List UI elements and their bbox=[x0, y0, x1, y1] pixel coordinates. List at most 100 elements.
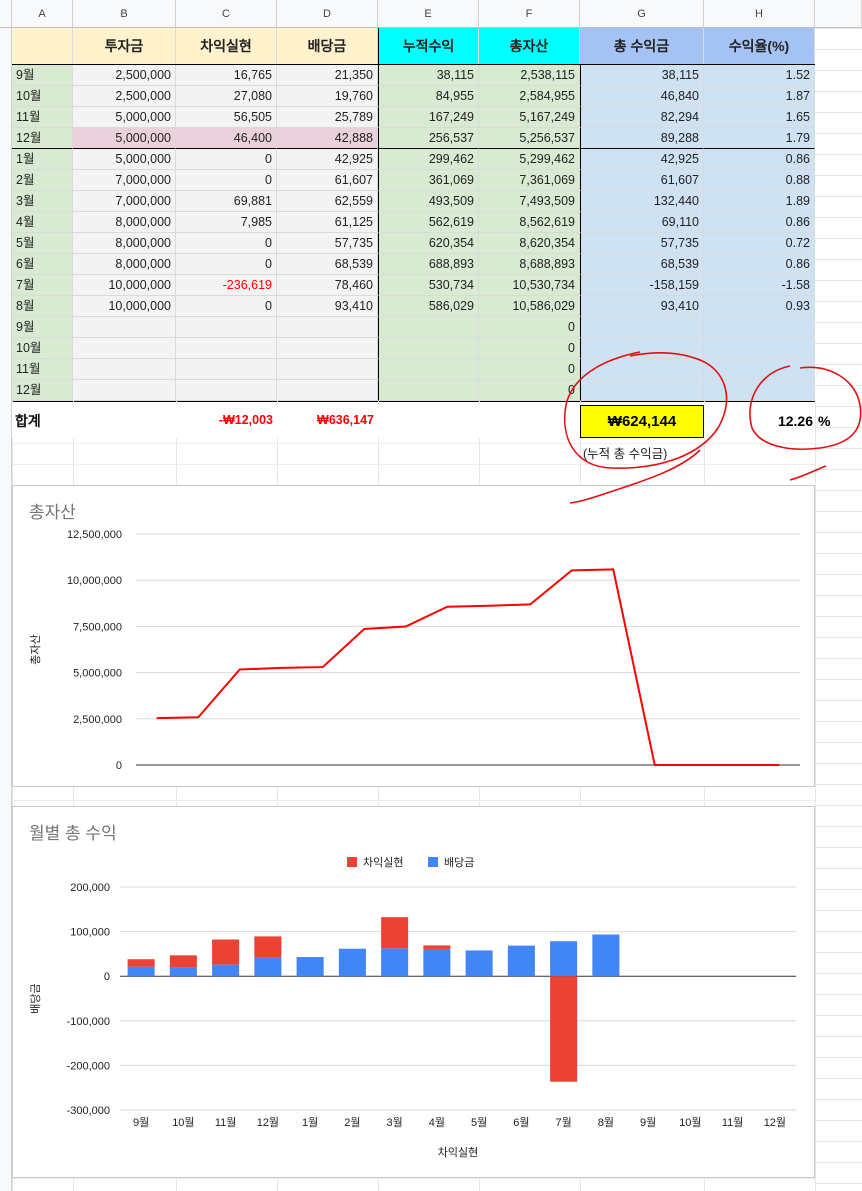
data-cell-d[interactable] bbox=[277, 380, 378, 401]
data-cell-g[interactable]: 57,735 bbox=[580, 233, 704, 254]
data-cell-c[interactable]: 0 bbox=[176, 296, 277, 317]
data-cell-b[interactable]: 8,000,000 bbox=[73, 254, 176, 275]
data-cell-c[interactable]: 0 bbox=[176, 233, 277, 254]
bar-dividend[interactable] bbox=[254, 957, 282, 977]
data-cell-d[interactable]: 21,350 bbox=[277, 65, 378, 86]
row-label-month[interactable]: 12월 bbox=[12, 380, 73, 401]
data-cell-e[interactable] bbox=[378, 359, 479, 380]
data-cell-d[interactable]: 61,607 bbox=[277, 170, 378, 191]
data-cell-f[interactable]: 0 bbox=[479, 359, 580, 380]
data-cell-f[interactable]: 2,584,955 bbox=[479, 86, 580, 107]
data-cell-f[interactable]: 8,562,619 bbox=[479, 212, 580, 233]
data-cell-h[interactable]: 1.89 bbox=[704, 191, 815, 212]
data-cell-e[interactable]: 562,619 bbox=[378, 212, 479, 233]
total-assets-chart[interactable]: 총자산 12,500,000 10,000,000 7,500,000 5,000,0… bbox=[12, 485, 815, 787]
data-cell-g[interactable]: 68,539 bbox=[580, 254, 704, 275]
data-cell-e[interactable]: 493,509 bbox=[378, 191, 479, 212]
data-cell-b[interactable]: 8,000,000 bbox=[73, 212, 176, 233]
data-cell-f[interactable]: 8,620,354 bbox=[479, 233, 580, 254]
data-cell-f[interactable]: 10,530,734 bbox=[479, 275, 580, 296]
data-cell-b[interactable] bbox=[73, 380, 176, 401]
data-cell-g[interactable]: -158,159 bbox=[580, 275, 704, 296]
data-cell-b[interactable]: 7,000,000 bbox=[73, 170, 176, 191]
data-cell-e[interactable]: 167,249 bbox=[378, 107, 479, 128]
header-cell-g[interactable]: 총 수익금 bbox=[580, 28, 704, 65]
data-cell-e[interactable]: 299,462 bbox=[378, 149, 479, 170]
data-cell-f[interactable]: 5,256,537 bbox=[479, 128, 580, 149]
data-cell-e[interactable] bbox=[378, 338, 479, 359]
row-label-month[interactable]: 4월 bbox=[12, 212, 73, 233]
data-cell-f[interactable]: 0 bbox=[479, 317, 580, 338]
data-cell-g[interactable] bbox=[580, 380, 704, 401]
bar-arbitrage[interactable] bbox=[212, 939, 240, 965]
bar-dividend[interactable] bbox=[507, 945, 535, 977]
data-cell-f[interactable]: 7,493,509 bbox=[479, 191, 580, 212]
totals-profit-box[interactable]: ₩624,144 bbox=[580, 405, 704, 438]
data-cell-g[interactable] bbox=[580, 359, 704, 380]
data-cell-d[interactable] bbox=[277, 338, 378, 359]
data-cell-g[interactable] bbox=[580, 317, 704, 338]
bar-dividend[interactable] bbox=[127, 966, 155, 977]
bar-arbitrage[interactable] bbox=[254, 936, 282, 958]
data-cell-f[interactable]: 0 bbox=[479, 380, 580, 401]
data-cell-d[interactable]: 78,460 bbox=[277, 275, 378, 296]
data-cell-b[interactable]: 8,000,000 bbox=[73, 233, 176, 254]
column-header-a[interactable]: A bbox=[12, 0, 73, 28]
header-cell-f[interactable]: 총자산 bbox=[479, 28, 580, 65]
data-cell-d[interactable]: 61,125 bbox=[277, 212, 378, 233]
bar-dividend[interactable] bbox=[465, 950, 493, 977]
data-cell-b[interactable]: 10,000,000 bbox=[73, 275, 176, 296]
row-label-month[interactable]: 1월 bbox=[12, 149, 73, 170]
data-cell-d[interactable]: 42,888 bbox=[277, 128, 378, 149]
data-cell-h[interactable]: 0.86 bbox=[704, 149, 815, 170]
data-cell-b[interactable]: 10,000,000 bbox=[73, 296, 176, 317]
data-cell-f[interactable]: 5,299,462 bbox=[479, 149, 580, 170]
chart-legend[interactable]: 차익실현 배당금 bbox=[347, 856, 474, 869]
data-cell-d[interactable]: 42,925 bbox=[277, 149, 378, 170]
bar-dividend[interactable] bbox=[592, 934, 620, 977]
data-cell-e[interactable]: 688,893 bbox=[378, 254, 479, 275]
data-cell-g[interactable]: 38,115 bbox=[580, 65, 704, 86]
data-cell-f[interactable]: 5,167,249 bbox=[479, 107, 580, 128]
data-cell-b[interactable] bbox=[73, 338, 176, 359]
data-cell-d[interactable]: 25,789 bbox=[277, 107, 378, 128]
data-cell-e[interactable] bbox=[378, 380, 479, 401]
bar-arbitrage[interactable] bbox=[169, 955, 197, 968]
data-cell-g[interactable]: 46,840 bbox=[580, 86, 704, 107]
data-cell-c[interactable]: -236,619 bbox=[176, 275, 277, 296]
totals-dividend[interactable]: ₩636,147 bbox=[277, 413, 374, 427]
data-cell-b[interactable]: 5,000,000 bbox=[73, 107, 176, 128]
data-cell-h[interactable]: 0.72 bbox=[704, 233, 815, 254]
row-label-month[interactable]: 12월 bbox=[12, 128, 73, 149]
column-header-h[interactable]: H bbox=[704, 0, 815, 28]
data-cell-c[interactable]: 0 bbox=[176, 149, 277, 170]
data-cell-c[interactable]: 16,765 bbox=[176, 65, 277, 86]
monthly-profit-chart[interactable]: 월별 총 수익 200,000 100,000 0 -100,000 -200,000 -… bbox=[12, 806, 815, 1178]
row-label-month[interactable]: 10월 bbox=[12, 338, 73, 359]
data-cell-e[interactable]: 620,354 bbox=[378, 233, 479, 254]
data-cell-h[interactable]: 1.52 bbox=[704, 65, 815, 86]
bar-dividend[interactable] bbox=[338, 948, 366, 977]
data-cell-g[interactable] bbox=[580, 338, 704, 359]
data-cell-g[interactable]: 42,925 bbox=[580, 149, 704, 170]
row-label-month[interactable]: 3월 bbox=[12, 191, 73, 212]
data-cell-f[interactable]: 8,688,893 bbox=[479, 254, 580, 275]
data-cell-e[interactable]: 84,955 bbox=[378, 86, 479, 107]
data-cell-c[interactable] bbox=[176, 338, 277, 359]
column-header-e[interactable]: E bbox=[378, 0, 479, 28]
data-cell-d[interactable] bbox=[277, 359, 378, 380]
data-cell-c[interactable]: 7,985 bbox=[176, 212, 277, 233]
totals-rate[interactable]: 12.26 bbox=[704, 413, 815, 429]
data-cell-h[interactable] bbox=[704, 317, 815, 338]
bar-dividend[interactable] bbox=[381, 948, 409, 977]
bar-arbitrage[interactable] bbox=[381, 917, 409, 949]
data-cell-e[interactable]: 361,069 bbox=[378, 170, 479, 191]
data-cell-c[interactable]: 27,080 bbox=[176, 86, 277, 107]
header-cell-d[interactable]: 배당금 bbox=[277, 28, 378, 65]
data-cell-h[interactable]: 0.93 bbox=[704, 296, 815, 317]
data-cell-d[interactable]: 62,559 bbox=[277, 191, 378, 212]
data-cell-h[interactable]: 1.87 bbox=[704, 86, 815, 107]
data-cell-e[interactable]: 38,115 bbox=[378, 65, 479, 86]
data-cell-c[interactable]: 69,881 bbox=[176, 191, 277, 212]
totals-arbitrage[interactable]: -₩12,003 bbox=[176, 413, 273, 427]
